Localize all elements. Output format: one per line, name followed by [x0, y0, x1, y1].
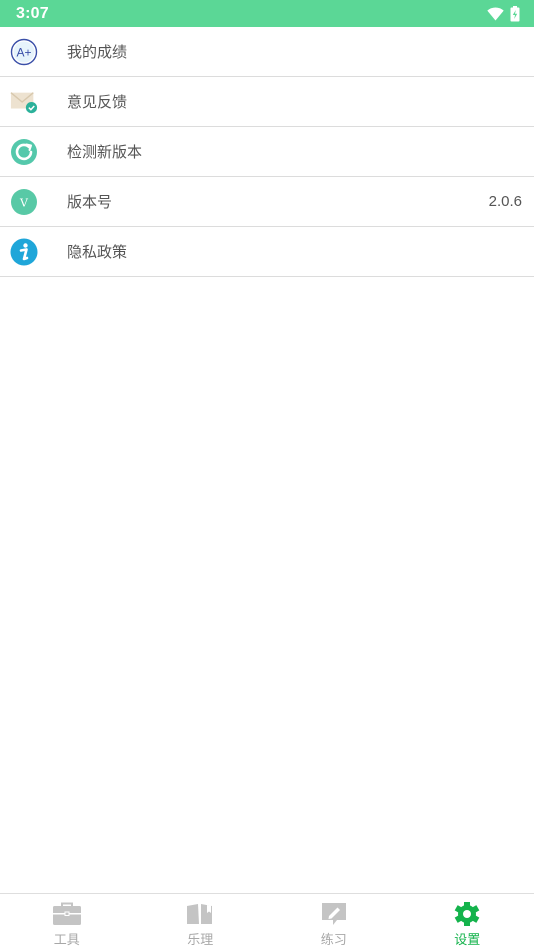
status-bar: 3:07: [0, 0, 534, 27]
settings-item-label: 检测新版本: [67, 143, 143, 161]
mail-check-icon: [10, 88, 38, 116]
nav-label: 练习: [320, 933, 347, 948]
status-icons: [487, 5, 520, 22]
refresh-icon: [10, 138, 38, 166]
settings-list: A+ 我的成绩 意见反馈 检测新版本 V 版本号 2.0.6 隐私政策: [0, 27, 534, 277]
nav-item-practice[interactable]: 练习: [267, 894, 401, 950]
gear-icon: [452, 902, 482, 926]
status-time: 3:07: [16, 4, 49, 22]
wifi-icon: [487, 6, 504, 21]
info-icon: [10, 238, 38, 266]
nav-item-music-theory[interactable]: 乐理: [134, 894, 268, 950]
settings-item-my-scores[interactable]: A+ 我的成绩: [0, 27, 534, 77]
nav-item-tools[interactable]: 工具: [0, 894, 134, 950]
version-v-icon: V: [10, 188, 38, 216]
nav-item-settings[interactable]: 设置: [401, 894, 534, 950]
version-value: 2.0.6: [488, 193, 522, 210]
settings-item-privacy[interactable]: 隐私政策: [0, 227, 534, 277]
nav-label: 工具: [53, 933, 80, 948]
settings-item-label: 隐私政策: [67, 243, 128, 261]
settings-item-label: 版本号: [67, 193, 113, 211]
grade-a-plus-icon: A+: [10, 38, 38, 66]
svg-text:V: V: [19, 196, 29, 209]
svg-text:A+: A+: [16, 45, 31, 59]
settings-item-label: 我的成绩: [67, 43, 128, 61]
book-icon: [185, 902, 215, 926]
settings-item-check-update[interactable]: 检测新版本: [0, 127, 534, 177]
battery-charging-icon: [510, 5, 520, 22]
settings-item-feedback[interactable]: 意见反馈: [0, 77, 534, 127]
bottom-nav: 工具 乐理 练习 设置: [0, 893, 534, 950]
toolbox-icon: [52, 902, 82, 926]
nav-label: 乐理: [187, 933, 214, 948]
nav-label: 设置: [454, 933, 481, 948]
pencil-icon: [319, 902, 349, 926]
settings-item-version: V 版本号 2.0.6: [0, 177, 534, 227]
settings-item-label: 意见反馈: [67, 93, 128, 111]
